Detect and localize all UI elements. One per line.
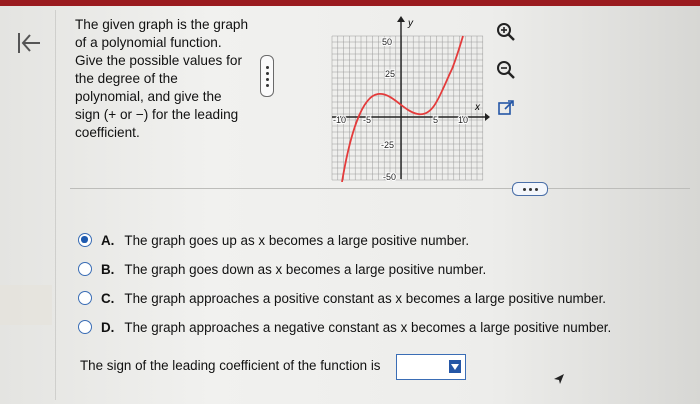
question-text: The given graph is the graph of a polyno…	[75, 17, 249, 140]
y-axis-label: y	[407, 18, 414, 29]
back-arrow-icon[interactable]	[14, 28, 44, 58]
section-divider	[70, 188, 690, 189]
x-axis-label: x	[474, 102, 481, 113]
x-tick-label: 10	[458, 115, 468, 125]
dot-icon	[534, 187, 538, 191]
top-bar	[0, 0, 700, 6]
dot-icon	[265, 65, 269, 69]
expand-panel-handle[interactable]	[260, 55, 274, 97]
zoom-out-button[interactable]	[494, 58, 518, 82]
y-tick-label: -25	[381, 140, 394, 150]
radio-selected-icon[interactable]	[78, 233, 92, 247]
option-text: The graph approaches a positive constant…	[124, 290, 607, 306]
sign-dropdown[interactable]	[396, 354, 466, 380]
option-text: The graph approaches a negative constant…	[124, 319, 612, 335]
radio-icon[interactable]	[78, 291, 92, 305]
left-divider	[55, 10, 56, 400]
expand-section-handle[interactable]	[512, 182, 548, 196]
dot-icon	[265, 71, 269, 75]
option-letter: B.	[101, 261, 115, 277]
zoom-in-button[interactable]	[494, 20, 518, 44]
external-link-icon	[498, 100, 514, 115]
y-tick-label: 25	[385, 69, 395, 79]
left-edge-strip	[0, 285, 52, 325]
option-c[interactable]: C. The graph approaches a positive const…	[78, 288, 606, 308]
y-axis-arrow	[397, 16, 405, 22]
sign-prompt: The sign of the leading coefficient of t…	[80, 358, 381, 373]
graph-grid	[331, 35, 484, 181]
mouse-cursor-icon	[554, 374, 564, 384]
y-tick-label: -50	[383, 172, 396, 182]
option-b[interactable]: B. The graph goes down as x becomes a la…	[78, 259, 486, 279]
polynomial-graph: y x -10 -5 5 10 50 25 -25 -50	[331, 16, 490, 182]
option-text: The graph goes down as x becomes a large…	[124, 261, 487, 277]
radio-icon[interactable]	[78, 262, 92, 276]
option-letter: D.	[101, 319, 115, 335]
dropdown-caret-icon	[449, 360, 461, 373]
option-letter: C.	[101, 290, 115, 306]
option-a[interactable]: A. The graph goes up as x becomes a larg…	[78, 230, 469, 250]
x-tick-label: -10	[333, 115, 346, 125]
dot-icon	[265, 83, 269, 87]
x-tick-label: -5	[363, 115, 371, 125]
option-text: The graph goes up as x becomes a large p…	[124, 232, 470, 248]
option-letter: A.	[101, 232, 115, 248]
zoom-in-icon	[497, 23, 515, 41]
open-new-window-button[interactable]	[494, 96, 518, 120]
question-page: The given graph is the graph of a polyno…	[0, 0, 700, 404]
dot-icon	[522, 187, 526, 191]
polynomial-curve	[341, 35, 464, 182]
dot-icon	[265, 77, 269, 81]
radio-icon[interactable]	[78, 320, 92, 334]
option-d[interactable]: D. The graph approaches a negative const…	[78, 317, 611, 337]
zoom-out-icon	[497, 61, 515, 79]
x-axis-arrow	[485, 113, 490, 121]
x-tick-label: 5	[433, 115, 438, 125]
y-tick-label: 50	[382, 37, 392, 47]
dot-icon	[528, 187, 532, 191]
